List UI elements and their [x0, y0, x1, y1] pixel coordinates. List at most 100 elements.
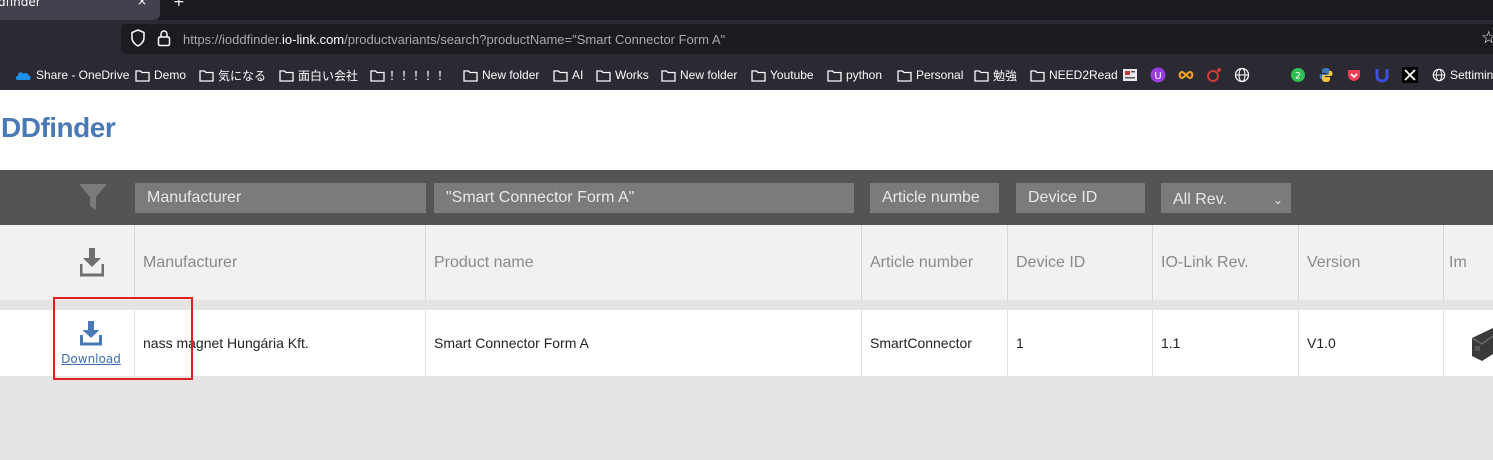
- whatsapp-icon[interactable]: 2: [1290, 67, 1306, 83]
- cell-io-link-rev: 1.1: [1152, 310, 1298, 376]
- globe-icon[interactable]: [1234, 67, 1250, 83]
- bookmark-label: Share - OneDrive: [36, 68, 130, 82]
- folder-icon: [897, 69, 912, 82]
- cell-version: V1.0: [1298, 310, 1443, 376]
- bookmark-label: python: [846, 68, 883, 82]
- cell-manufacturer: nass magnet Hungária Kft.: [134, 310, 425, 376]
- bookmark-label: Works: [615, 68, 649, 82]
- opera-icon[interactable]: [1206, 67, 1222, 83]
- bookmark-label: Personal: [916, 68, 964, 82]
- page-content: DDfinder Manufacturer "Smart Connector F…: [0, 90, 1493, 460]
- bookmark-folder-kininaru[interactable]: 気になる: [199, 67, 266, 83]
- url-domain: io-link.com: [282, 32, 345, 47]
- download-all-icon[interactable]: [80, 247, 104, 277]
- magnet-icon[interactable]: [1374, 67, 1390, 83]
- url-text[interactable]: https://ioddfinder.io-link.com/productva…: [183, 32, 725, 47]
- folder-icon: [1030, 69, 1045, 82]
- shield-icon[interactable]: [130, 29, 146, 47]
- bookmark-folder-ai[interactable]: AI: [553, 67, 583, 83]
- folder-icon: [135, 69, 150, 82]
- tab-strip: dfinder × +: [0, 0, 1493, 20]
- folder-icon: [463, 69, 478, 82]
- bookmark-folder-need2read[interactable]: NEED2Read: [1030, 67, 1118, 83]
- svg-text:2: 2: [1295, 72, 1301, 82]
- folder-icon: [553, 69, 568, 82]
- download-cell[interactable]: Download: [55, 320, 127, 370]
- bookmarks-toolbar: Share - OneDrive Demo 気になる 面白い会社 ！！！！！ N…: [0, 60, 1493, 90]
- bookmark-label: New folder: [482, 68, 540, 82]
- python-icon[interactable]: [1318, 67, 1334, 83]
- bookmark-label: NEED2Read: [1049, 68, 1118, 82]
- globe-icon: [1432, 68, 1446, 82]
- manufacturer-filter-input[interactable]: Manufacturer: [135, 183, 426, 213]
- cell-article-number: SmartConnector: [861, 310, 1007, 376]
- bookmark-settimin[interactable]: Settimin: [1432, 67, 1493, 83]
- bookmark-label: AI: [572, 68, 584, 82]
- bookmark-folder-personal[interactable]: Personal: [897, 67, 963, 83]
- chevron-down-icon: ⌄: [1272, 193, 1283, 207]
- bookmark-folder-new-1[interactable]: New folder: [463, 67, 539, 83]
- navigation-bar: https://ioddfinder.io-link.com/productva…: [0, 20, 1493, 60]
- browser-tab[interactable]: dfinder ×: [0, 0, 160, 20]
- tab-close-icon[interactable]: ×: [137, 0, 147, 7]
- bookmark-folder-omoshiroi[interactable]: 面白い会社: [279, 67, 358, 83]
- column-header-image: Im: [1443, 225, 1493, 300]
- filter-bar: Manufacturer "Smart Connector Form A" Ar…: [0, 170, 1493, 225]
- bookmark-folder-new-2[interactable]: New folder: [661, 67, 737, 83]
- folder-icon: [279, 69, 294, 82]
- bookmark-label: 面白い会社: [298, 68, 359, 83]
- privacy-shield-icon[interactable]: U: [1150, 67, 1166, 83]
- download-icon[interactable]: [80, 320, 102, 346]
- tab-title: dfinder: [0, 0, 41, 9]
- bookmark-folder-works[interactable]: Works: [596, 67, 649, 83]
- url-prefix: https://ioddfinder.: [183, 32, 283, 47]
- bookmark-label: ！！！！！: [389, 68, 450, 83]
- infinity-icon[interactable]: [1178, 67, 1194, 83]
- bookmark-folder-youtube[interactable]: Youtube: [751, 67, 814, 83]
- article-number-filter-input[interactable]: Article numbe: [870, 183, 999, 213]
- url-path: /productvariants/search?productName="Sma…: [344, 32, 726, 47]
- bookmark-folder-python[interactable]: python: [827, 67, 882, 83]
- product-image[interactable]: [1468, 326, 1493, 362]
- folder-icon: [596, 69, 611, 82]
- folder-icon: [370, 69, 385, 82]
- folder-icon: [199, 69, 214, 82]
- folder-icon: [661, 69, 676, 82]
- x-icon[interactable]: [1402, 67, 1418, 83]
- bookmark-folder-exclaim[interactable]: ！！！！！: [370, 67, 449, 83]
- cell-device-id: 1: [1007, 310, 1152, 376]
- column-header-article-number[interactable]: Article number: [861, 225, 1007, 300]
- bookmark-folder-demo[interactable]: Demo: [135, 67, 186, 83]
- pocket-icon[interactable]: [1346, 67, 1362, 83]
- column-header-version[interactable]: Version: [1298, 225, 1443, 300]
- bookmark-label: 勉強: [993, 68, 1018, 83]
- device-id-filter-input[interactable]: Device ID: [1016, 183, 1145, 213]
- table-row: Download nass magnet Hungária Kft. Smart…: [0, 310, 1493, 376]
- column-header-product-name[interactable]: Product name: [425, 225, 861, 300]
- product-name-filter-input[interactable]: "Smart Connector Form A": [434, 183, 854, 213]
- bookmark-onedrive[interactable]: Share - OneDrive: [14, 67, 129, 83]
- bookmark-label: New folder: [680, 68, 738, 82]
- folder-icon: [827, 69, 842, 82]
- download-link[interactable]: Download: [55, 352, 127, 366]
- lock-icon[interactable]: [157, 29, 171, 47]
- column-header-io-link-rev[interactable]: IO-Link Rev.: [1152, 225, 1298, 300]
- column-header-device-id[interactable]: Device ID: [1007, 225, 1152, 300]
- svg-text:U: U: [1154, 71, 1161, 82]
- column-header-manufacturer[interactable]: Manufacturer: [134, 225, 425, 300]
- bookmark-label: Settimin: [1450, 68, 1493, 82]
- bookmark-label: Youtube: [770, 68, 814, 82]
- folder-icon: [751, 69, 766, 82]
- new-tab-icon[interactable]: +: [173, 0, 185, 10]
- revision-select[interactable]: All Rev. ⌄: [1161, 183, 1291, 213]
- cell-product-name[interactable]: Smart Connector Form A: [425, 310, 861, 376]
- newspaper-icon[interactable]: [1122, 67, 1138, 83]
- onedrive-icon: [15, 72, 31, 80]
- table-header: Manufacturer Product name Article number…: [0, 225, 1493, 300]
- revision-selected-value: All Rev.: [1173, 191, 1227, 208]
- site-header: DDfinder: [0, 90, 1493, 170]
- bookmark-label: Demo: [154, 68, 187, 82]
- bookmark-folder-benkyo[interactable]: 勉強: [974, 67, 1017, 83]
- bookmark-star-icon[interactable]: ☆: [1481, 28, 1493, 48]
- site-logo[interactable]: DDfinder: [1, 112, 116, 144]
